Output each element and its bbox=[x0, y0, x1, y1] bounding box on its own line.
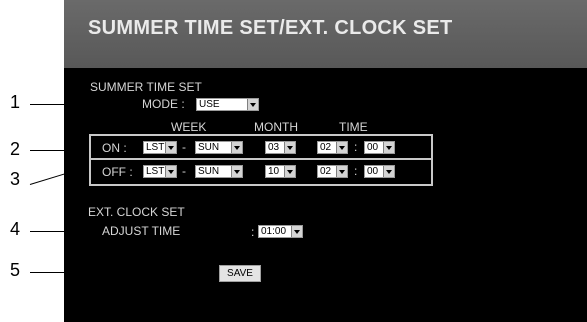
off-month-value: 10 bbox=[268, 166, 280, 177]
off-month-select[interactable]: 10 bbox=[265, 165, 296, 178]
off-hour-select[interactable]: 02 bbox=[317, 165, 348, 178]
col-header-time: TIME bbox=[339, 120, 368, 134]
mode-value: USE bbox=[199, 99, 220, 110]
off-label: OFF : bbox=[102, 165, 133, 179]
adjust-time-colon: : bbox=[251, 225, 255, 239]
on-day-value: SUN bbox=[198, 142, 220, 153]
chevron-down-icon bbox=[336, 166, 347, 177]
adjust-time-value: 01:00 bbox=[261, 226, 287, 237]
off-week-select[interactable]: LST bbox=[143, 165, 177, 178]
off-dash: - bbox=[182, 164, 186, 178]
on-colon: : bbox=[354, 140, 358, 154]
off-minute-value: 00 bbox=[367, 166, 379, 177]
on-label: ON : bbox=[102, 141, 127, 155]
on-day-select[interactable]: SUN bbox=[195, 141, 243, 154]
off-day-select[interactable]: SUN bbox=[195, 165, 243, 178]
callout-3: 3 bbox=[10, 169, 21, 189]
callout-4: 4 bbox=[10, 219, 21, 239]
ext-clock-section-label: EXT. CLOCK SET bbox=[88, 205, 185, 219]
col-header-week: WEEK bbox=[171, 120, 207, 134]
chevron-down-icon bbox=[247, 99, 258, 110]
on-hour-value: 02 bbox=[320, 142, 332, 153]
chevron-down-icon bbox=[231, 166, 242, 177]
off-week-value: LST bbox=[146, 166, 165, 177]
col-header-month: MONTH bbox=[254, 120, 298, 134]
off-minute-select[interactable]: 00 bbox=[364, 165, 395, 178]
chevron-down-icon bbox=[231, 142, 242, 153]
settings-panel: SUMMER TIME SET/EXT. CLOCK SET SUMMER TI… bbox=[64, 0, 587, 322]
callout-2: 2 bbox=[10, 139, 21, 159]
header-bar: SUMMER TIME SET/EXT. CLOCK SET bbox=[64, 0, 587, 68]
chevron-down-icon bbox=[291, 226, 302, 237]
save-button[interactable]: SAVE bbox=[219, 265, 261, 282]
on-hour-select[interactable]: 02 bbox=[317, 141, 348, 154]
off-hour-value: 02 bbox=[320, 166, 332, 177]
chevron-down-icon bbox=[383, 142, 394, 153]
chevron-down-icon bbox=[284, 142, 295, 153]
chevron-down-icon bbox=[165, 166, 176, 177]
callout-1: 1 bbox=[10, 92, 21, 112]
page-title: SUMMER TIME SET/EXT. CLOCK SET bbox=[88, 17, 453, 39]
chevron-down-icon bbox=[165, 142, 176, 153]
off-day-value: SUN bbox=[198, 166, 220, 177]
mode-select[interactable]: USE bbox=[196, 98, 259, 111]
summer-time-section-label: SUMMER TIME SET bbox=[90, 80, 202, 94]
off-colon: : bbox=[354, 164, 358, 178]
callout-5: 5 bbox=[10, 260, 21, 280]
on-month-value: 03 bbox=[268, 142, 280, 153]
chevron-down-icon bbox=[383, 166, 394, 177]
on-month-select[interactable]: 03 bbox=[265, 141, 296, 154]
on-minute-select[interactable]: 00 bbox=[364, 141, 395, 154]
adjust-time-label: ADJUST TIME bbox=[102, 224, 181, 238]
on-week-select[interactable]: LST bbox=[143, 141, 177, 154]
adjust-time-select[interactable]: 01:00 bbox=[258, 225, 303, 238]
on-dash: - bbox=[182, 140, 186, 154]
chevron-down-icon bbox=[284, 166, 295, 177]
on-minute-value: 00 bbox=[367, 142, 379, 153]
mode-label: MODE : bbox=[142, 97, 185, 111]
on-week-value: LST bbox=[146, 142, 165, 153]
chevron-down-icon bbox=[336, 142, 347, 153]
